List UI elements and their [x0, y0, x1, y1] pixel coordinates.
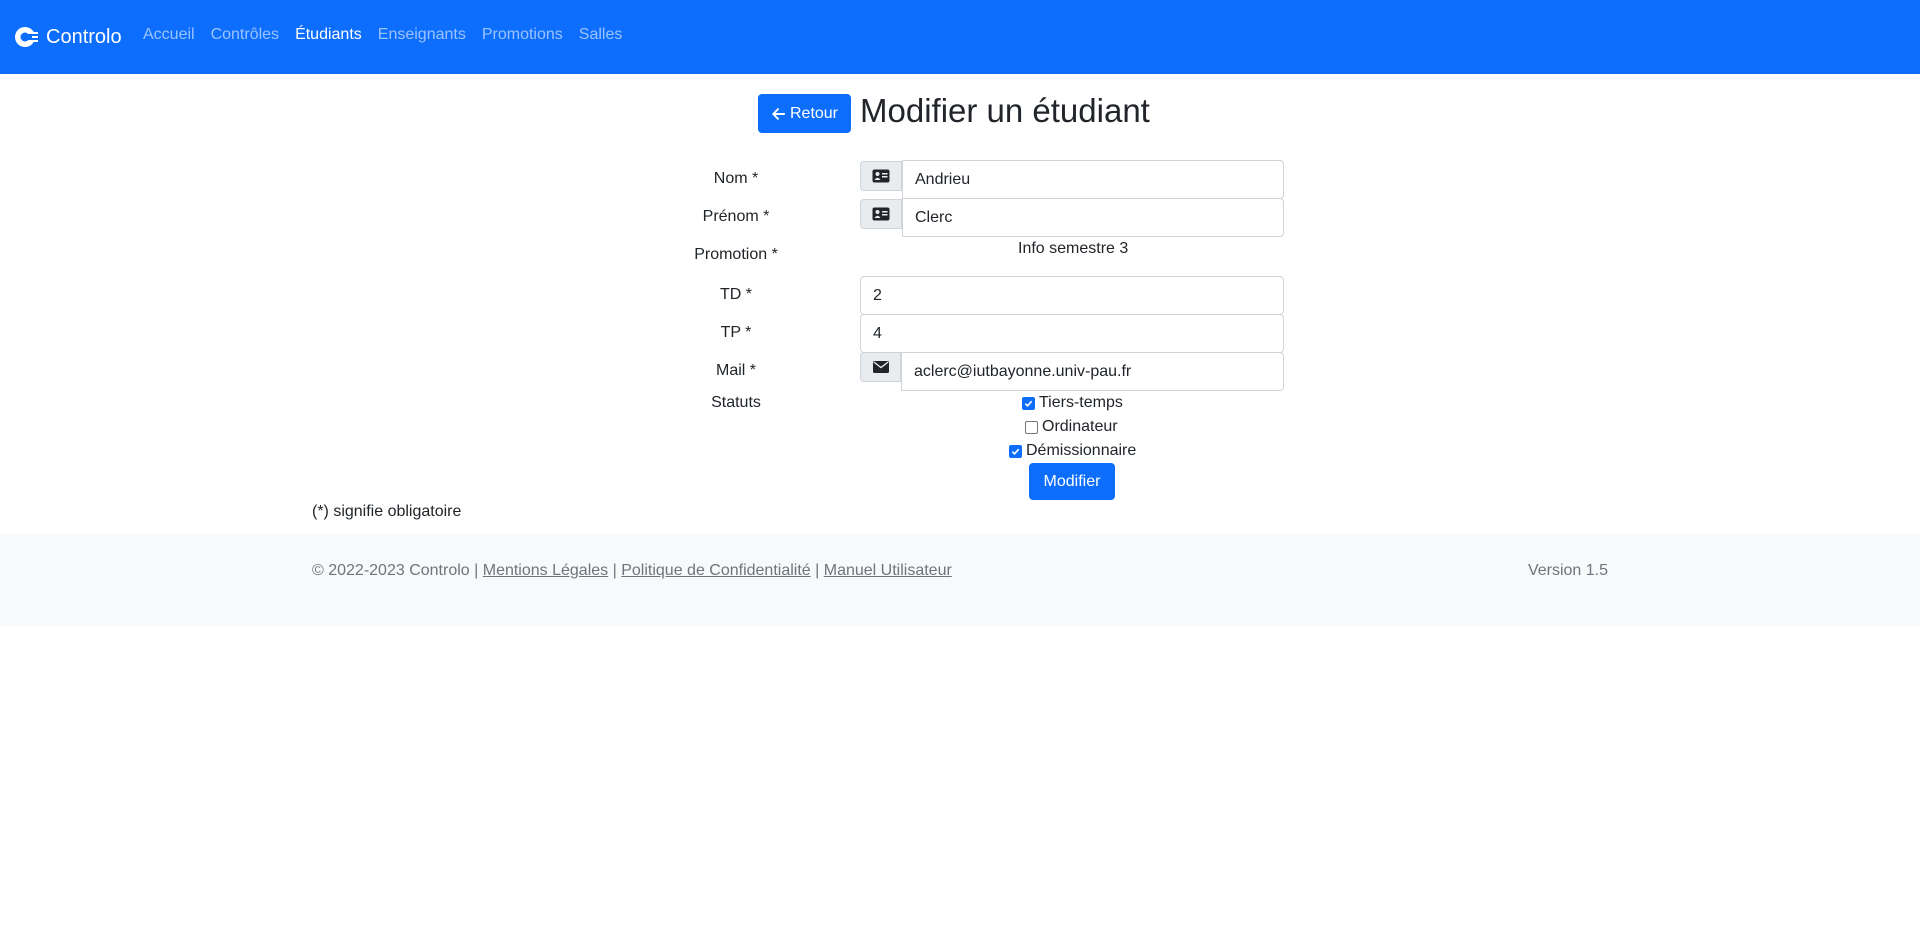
- tiers-temps-label: Tiers-temps: [1039, 394, 1123, 411]
- footer: © 2022-2023 Controlo | Mentions Légales …: [0, 534, 1920, 626]
- nav-link-enseignants[interactable]: Enseignants: [378, 26, 466, 44]
- td-input[interactable]: 2: [860, 276, 1284, 315]
- nav-links: Accueil Contrôles Étudiants Enseignants …: [143, 26, 638, 44]
- statuts-label: Statuts: [711, 394, 761, 411]
- brand-name: Controlo: [46, 25, 122, 48]
- controlo-logo-icon: [15, 27, 38, 47]
- envelope-icon: [872, 361, 889, 373]
- page-title: Modifier un étudiant: [860, 91, 1150, 129]
- promotion-value: Info semestre 3: [1018, 240, 1129, 257]
- nav-link-salles[interactable]: Salles: [579, 26, 623, 44]
- nav-link-accueil[interactable]: Accueil: [143, 26, 195, 44]
- ordinateur-checkbox[interactable]: [1025, 420, 1038, 434]
- copyright: © 2022-2023 Controlo: [312, 562, 470, 579]
- nav-link-controles[interactable]: Contrôles: [211, 26, 279, 44]
- mail-input[interactable]: aclerc@iutbayonne.univ-pau.fr: [901, 352, 1284, 391]
- nom-input[interactable]: Andrieu: [902, 160, 1284, 199]
- brand[interactable]: Controlo: [13, 20, 122, 54]
- promotion-label: Promotion *: [694, 246, 778, 263]
- td-label: TD *: [720, 286, 752, 303]
- id-card-icon: [872, 207, 890, 221]
- mentions-legales-link[interactable]: Mentions Légales: [483, 562, 608, 579]
- modifier-button[interactable]: Modifier: [1029, 463, 1115, 500]
- statut-ordinateur[interactable]: Ordinateur: [1025, 418, 1118, 436]
- nom-addon: [860, 161, 902, 191]
- tp-label: TP *: [720, 324, 752, 341]
- demissionnaire-label: Démissionnaire: [1026, 442, 1137, 459]
- tp-input[interactable]: 4: [860, 314, 1284, 353]
- id-card-icon: [872, 169, 890, 183]
- separator: |: [474, 562, 479, 579]
- nav-link-promotions[interactable]: Promotions: [482, 26, 563, 44]
- nav-link-etudiants[interactable]: Étudiants: [295, 26, 362, 44]
- arrow-left-icon: [772, 107, 785, 120]
- check-icon: [1024, 400, 1033, 407]
- version: Version 1.5: [1527, 562, 1608, 579]
- tiers-temps-checkbox[interactable]: [1022, 396, 1035, 410]
- footer-links: © 2022-2023 Controlo | Mentions Légales …: [312, 562, 952, 580]
- manuel-utilisateur-link[interactable]: Manuel Utilisateur: [824, 562, 952, 579]
- prenom-label: Prénom *: [702, 208, 770, 225]
- navbar: Controlo Accueil Contrôles Étudiants Ens…: [0, 0, 1920, 74]
- ordinateur-label: Ordinateur: [1042, 418, 1118, 435]
- statut-demissionnaire[interactable]: Démissionnaire: [1009, 442, 1136, 460]
- check-icon: [1011, 448, 1020, 455]
- politique-confidentialite-link[interactable]: Politique de Confidentialité: [621, 562, 810, 579]
- statut-tiers-temps[interactable]: Tiers-temps: [1022, 394, 1123, 412]
- title-row: Retour Modifier un étudiant: [758, 88, 1150, 133]
- back-button[interactable]: Retour: [758, 94, 851, 133]
- back-label: Retour: [789, 104, 839, 122]
- required-note: (*) signifie obligatoire: [312, 503, 462, 520]
- nom-label: Nom *: [713, 170, 759, 187]
- separator: |: [612, 562, 617, 579]
- mail-addon: [860, 352, 901, 382]
- demissionnaire-checkbox[interactable]: [1009, 444, 1022, 458]
- prenom-input[interactable]: Clerc: [902, 198, 1284, 237]
- separator: |: [815, 562, 820, 579]
- prenom-addon: [860, 199, 902, 229]
- mail-label: Mail *: [715, 362, 756, 379]
